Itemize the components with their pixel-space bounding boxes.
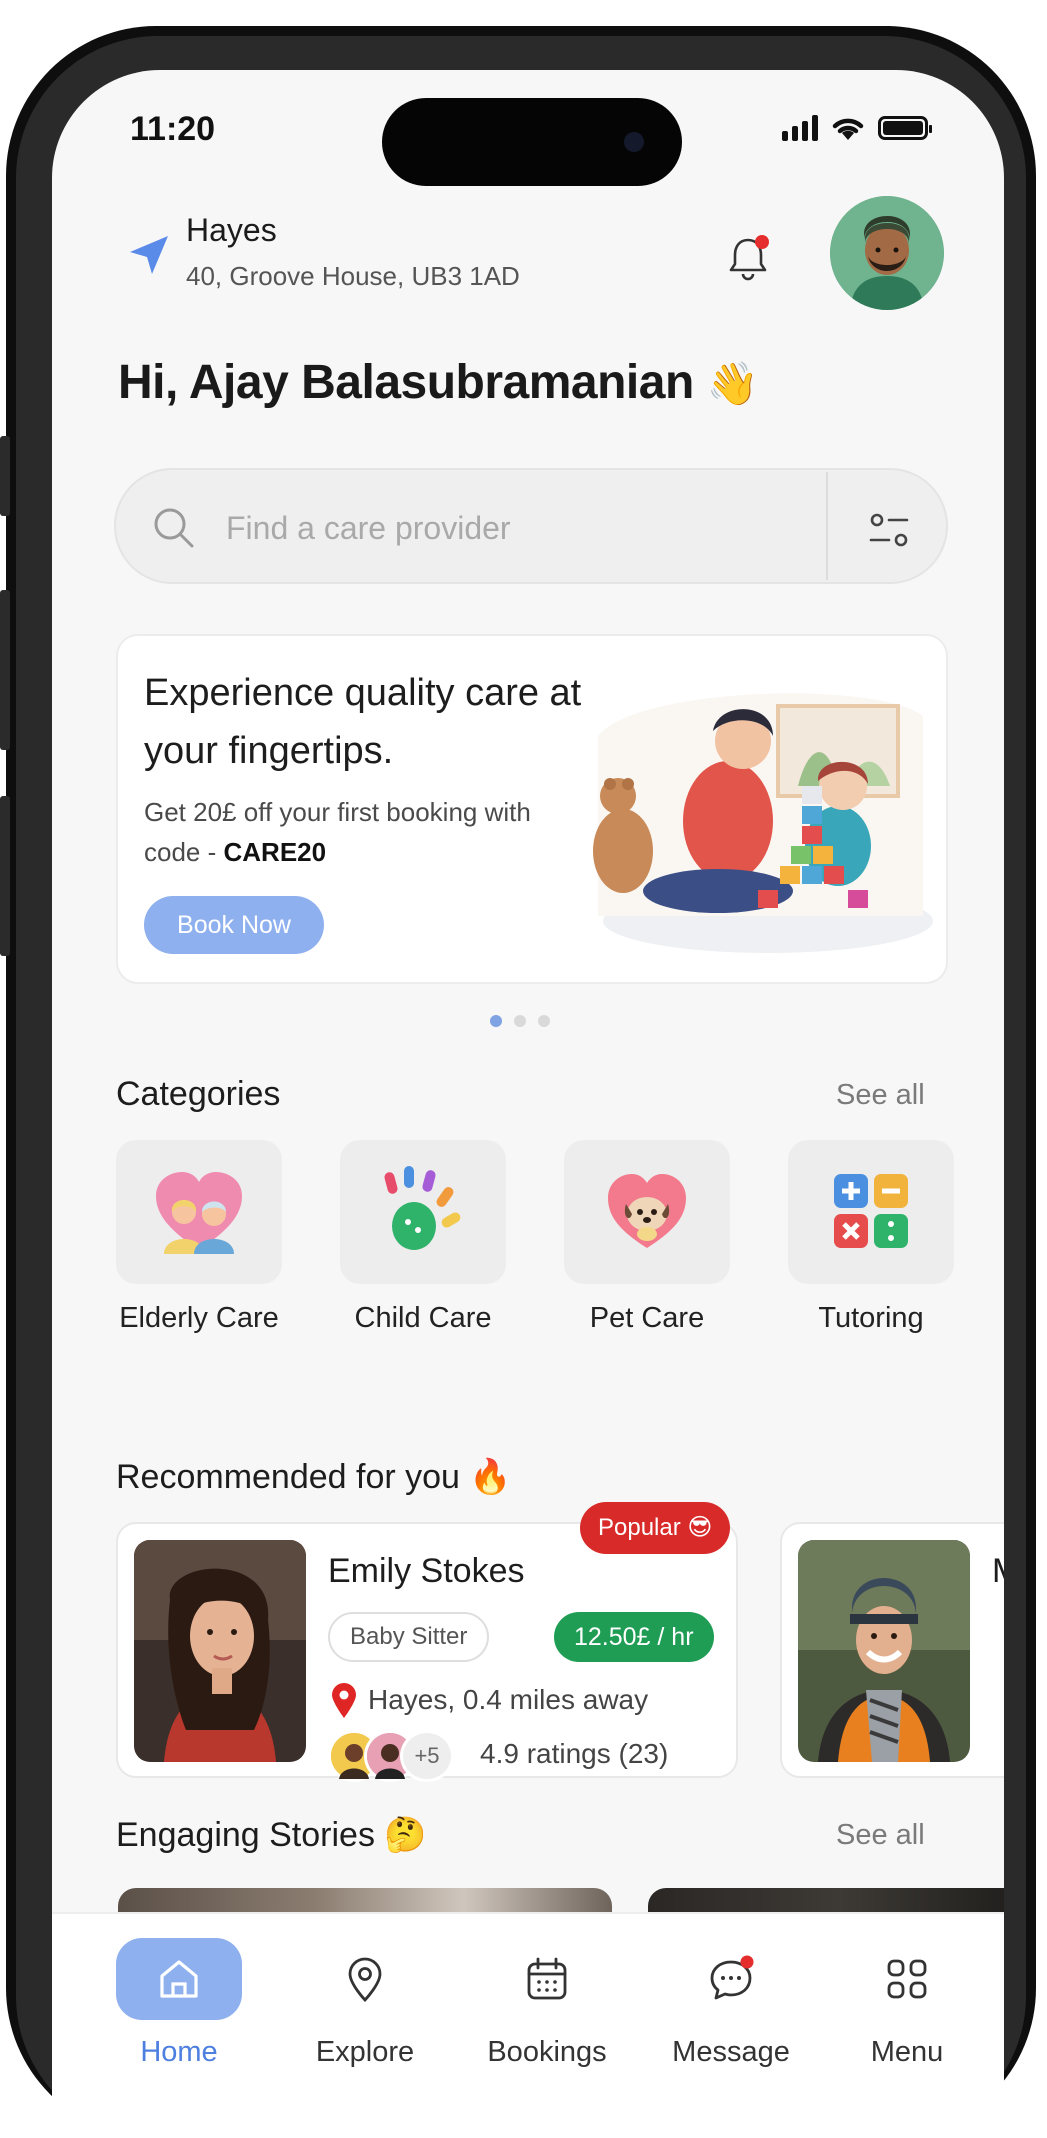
mother-child-blocks-illustration [593,693,933,953]
mute-switch [0,436,10,516]
provider-rating: 4.9 ratings (23) [480,1738,669,1769]
search-bar [114,468,948,584]
calendar-icon [527,1957,567,2000]
provider-card-second[interactable]: M [780,1522,1004,1778]
category-label: Pet Care [589,1302,705,1334]
category-label: Child Care [354,1302,492,1334]
recommended-title: Recommended for you 🔥 [116,1457,512,1497]
carousel-dot[interactable] [514,1015,526,1027]
wifi-icon [832,118,864,140]
category-tile [116,1140,282,1284]
more-reviewers-count: +5 [400,1730,454,1782]
grid-menu-icon [887,1959,927,1999]
carousel-dots [490,1015,550,1027]
hand-paint-icon [384,1166,461,1250]
greeting-heading: Hi, Ajay Balasubramanian 👋 [118,355,759,410]
nav-explore[interactable]: Explore [290,1914,440,2114]
signal-icon [782,115,818,141]
provider-name: M [992,1552,1004,1591]
category-pet-care[interactable]: Pet Care [564,1140,730,1335]
nav-bookings[interactable]: Bookings [472,1914,622,2114]
dog-heart-icon [608,1174,686,1248]
stories-title: Engaging Stories 🤔 [116,1815,427,1855]
nav-label: Bookings [487,2036,607,2068]
thinking-face-emoji: 🤔 [384,1816,427,1854]
banner-subtitle-text: Get 20£ off your first booking with code… [144,797,531,867]
promo-banner[interactable]: Experience quality care at your fingerti… [116,634,948,984]
search-input[interactable] [226,500,686,556]
stories-see-all-link[interactable]: See all [836,1819,925,1852]
notification-bell-icon[interactable] [720,230,776,286]
banner-subtitle: Get 20£ off your first booking with code… [144,792,564,872]
provider-role-tag: Baby Sitter [328,1612,490,1662]
provider-card-emily-stokes[interactable]: Emily Stokes Baby Sitter 12.50£ / hr Hay… [116,1522,738,1782]
user-avatar[interactable] [830,196,944,310]
map-pin-icon [332,1683,356,1718]
category-label: Tutoring [818,1302,924,1334]
category-tile [788,1140,954,1284]
provider-photo [798,1540,970,1762]
carousel-dot[interactable] [538,1015,550,1027]
chat-bubble-icon [710,1955,754,2000]
location-city[interactable]: Hayes [186,212,277,249]
greeting-text: Hi, Ajay Balasubramanian [118,356,694,409]
battery-icon [878,116,932,140]
app-screen: 11:20 Hayes 40, Groove House, UB3 1AD Hi… [52,70,1004,2138]
volume-down-button [0,796,10,956]
bottom-navigation: Home Explore Bookings Message Menu [52,1912,1004,2138]
search-icon [154,508,194,548]
nav-home[interactable]: Home [104,1914,254,2114]
status-icons [782,114,932,142]
math-symbols-icon [834,1174,908,1248]
categories-see-all-link[interactable]: See all [836,1079,925,1112]
banner-title: Experience quality care at your fingerti… [144,672,582,772]
waving-hand-emoji: 👋 [706,360,759,407]
promo-code: CARE20 [223,837,327,867]
nav-label: Message [672,2036,790,2068]
book-now-button[interactable]: Book Now [144,896,324,954]
home-icon [160,1960,198,1998]
location-arrow-icon[interactable] [126,232,172,278]
nav-label: Home [140,2036,218,2068]
nav-message[interactable]: Message [656,1914,806,2114]
popular-badge: Popular 😎 [580,1502,731,1554]
carousel-dot[interactable] [490,1015,502,1027]
nav-menu[interactable]: Menu [832,1914,982,2114]
provider-distance: Hayes, 0.4 miles away [368,1684,649,1715]
elderly-couple-heart-icon [156,1172,242,1254]
provider-rate-badge: 12.50£ / hr [554,1612,714,1662]
volume-up-button [0,590,10,750]
category-tile [564,1140,730,1284]
location-pin-icon [348,1957,382,2003]
provider-photo [134,1540,306,1762]
category-child-care[interactable]: Child Care [340,1140,506,1335]
recommended-title-text: Recommended for you [116,1458,460,1496]
categories-title: Categories [116,1075,281,1113]
stories-title-text: Engaging Stories [116,1816,375,1854]
nav-label: Explore [315,2036,415,2068]
nav-label: Menu [870,2036,944,2068]
category-elderly-care[interactable]: Elderly Care [116,1140,282,1335]
location-address[interactable]: 40, Groove House, UB3 1AD [186,261,520,292]
reviewer-avatars: +5 [328,1730,464,1782]
category-tile [340,1140,506,1284]
filter-icon[interactable] [861,502,917,558]
status-time: 11:20 [130,110,216,148]
category-label: Elderly Care [119,1302,279,1334]
search-divider [826,472,828,580]
category-tutoring[interactable]: Tutoring [788,1140,954,1335]
provider-name: Emily Stokes [328,1552,525,1590]
dynamic-island [382,98,682,186]
fire-emoji: 🔥 [469,1458,512,1496]
